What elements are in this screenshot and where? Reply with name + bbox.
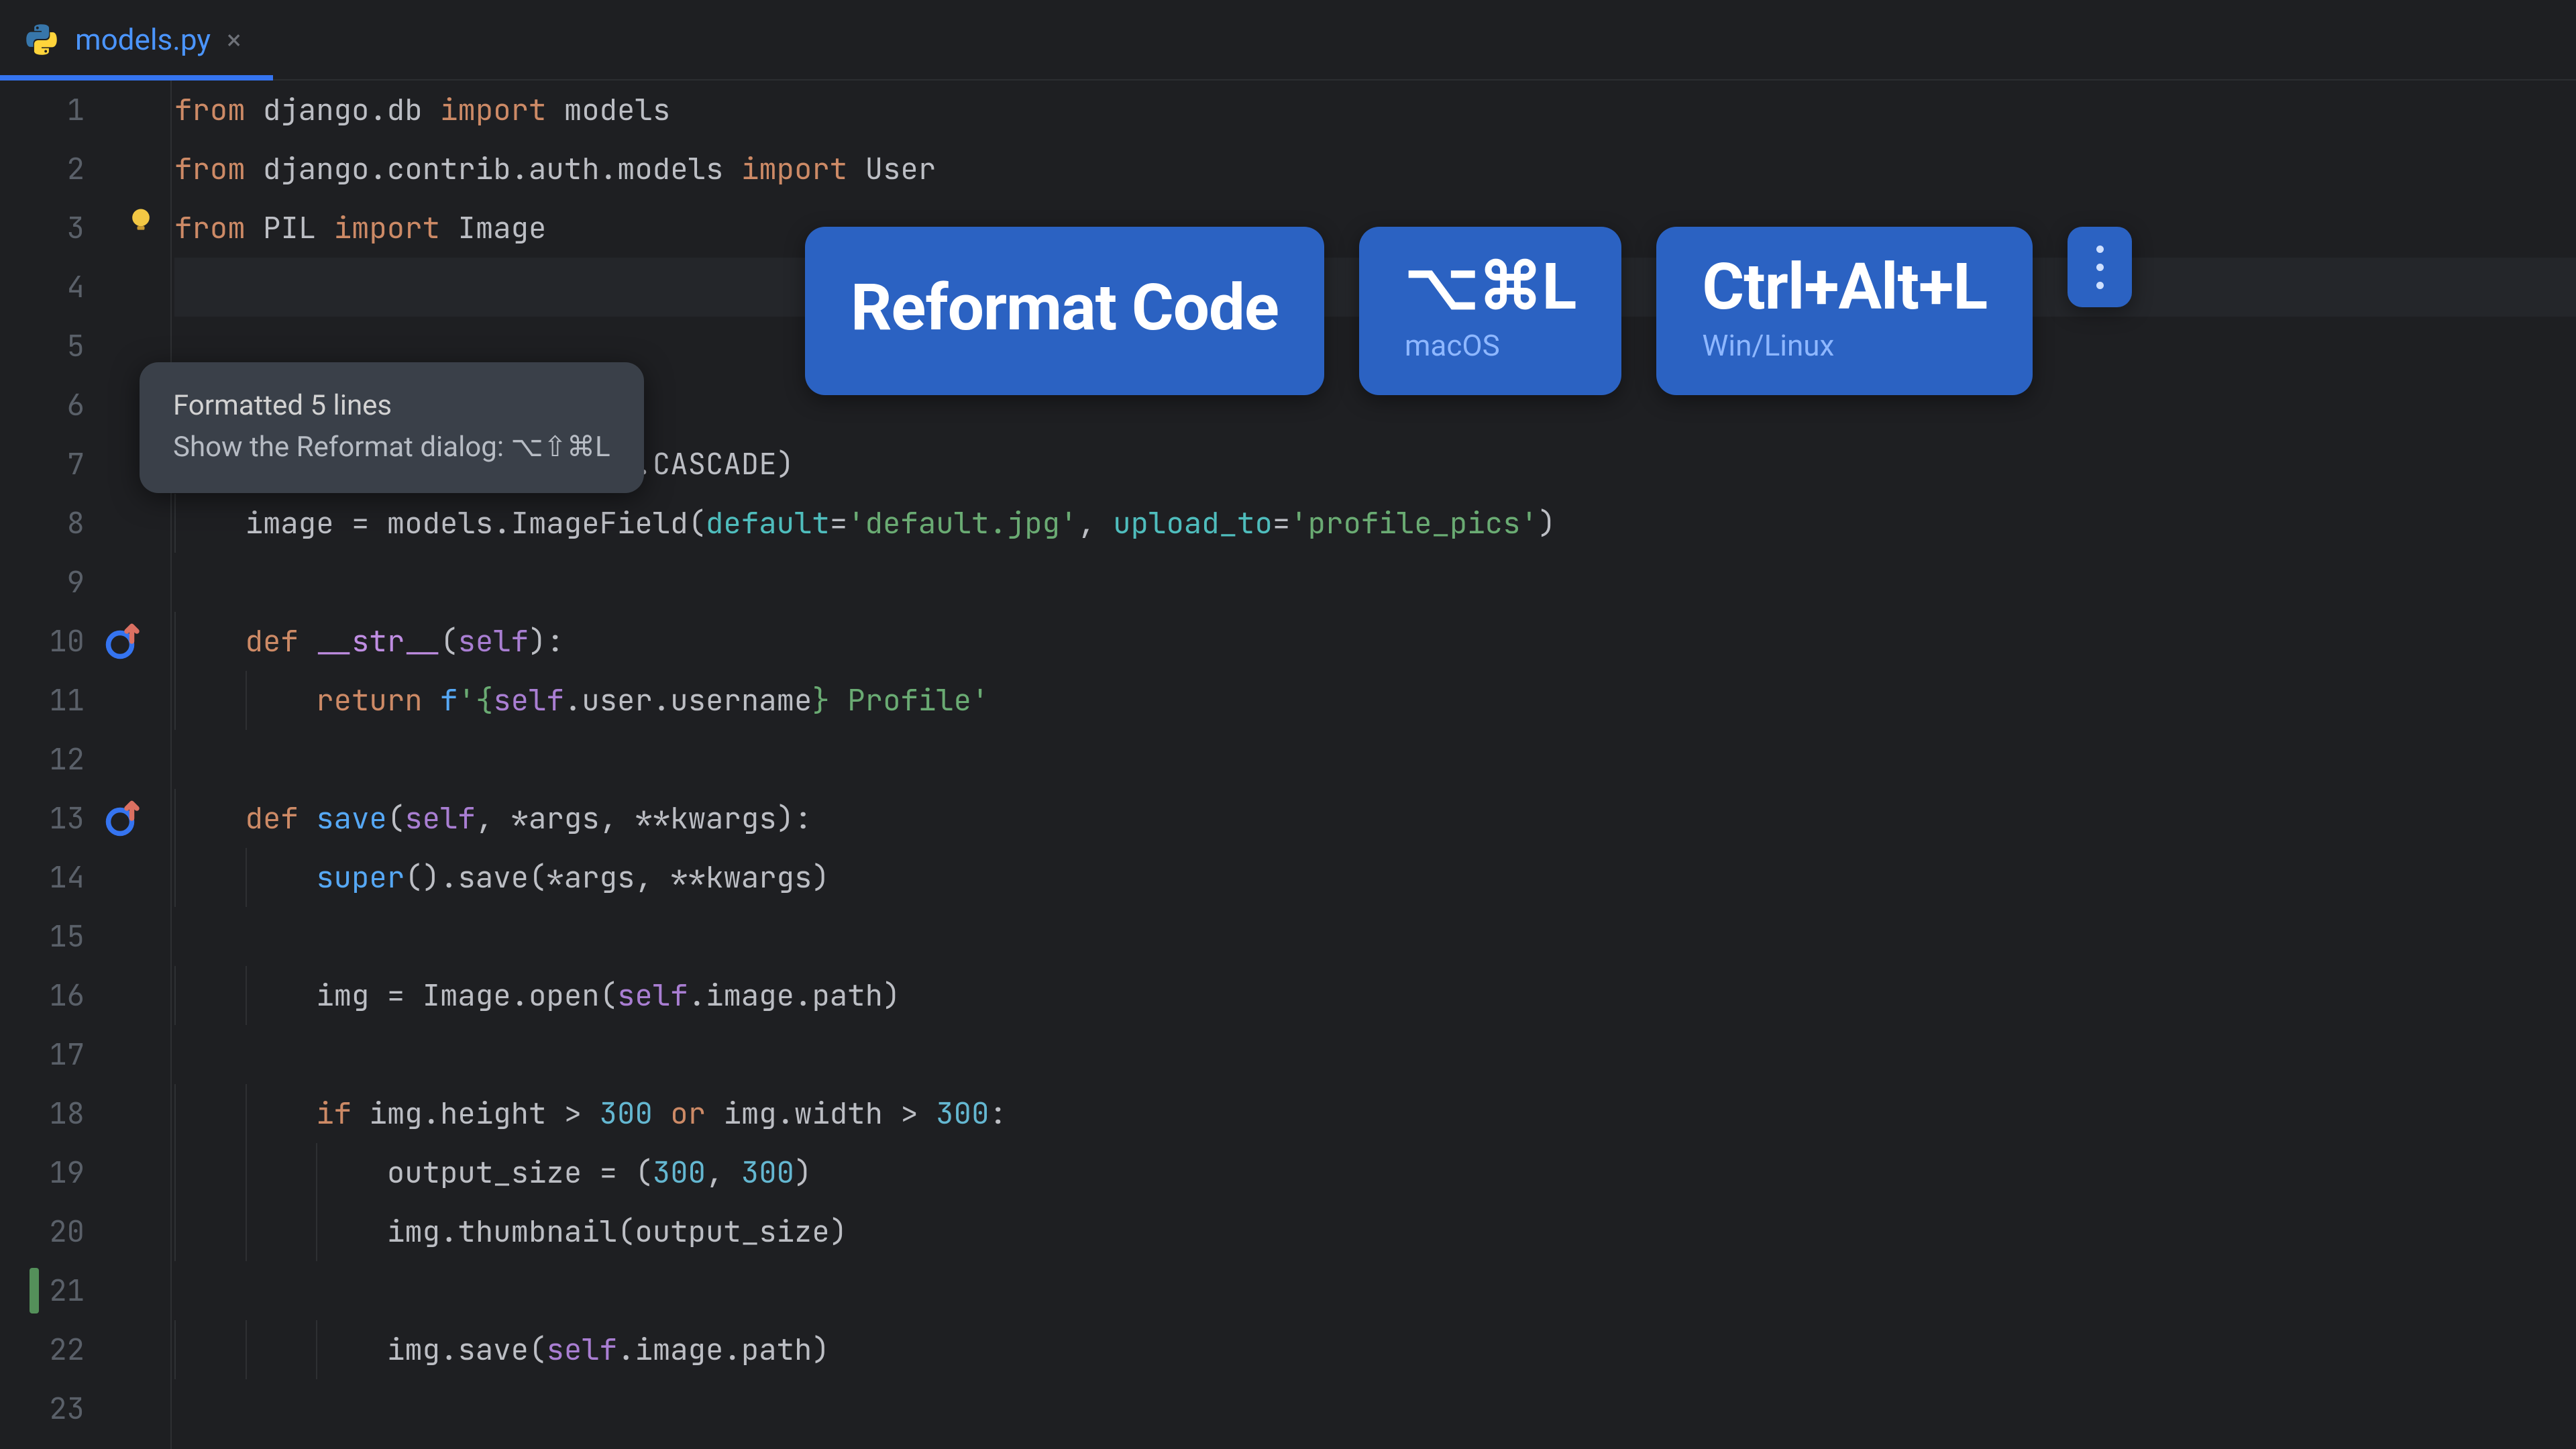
vcs-change-marker[interactable] bbox=[30, 1268, 39, 1313]
line-number[interactable]: 9 bbox=[36, 553, 85, 612]
code-line[interactable]: output_size = (300, 300) bbox=[174, 1143, 2576, 1202]
mac-shortcut-card[interactable]: ⌥⌘L macOS bbox=[1359, 227, 1622, 395]
line-number[interactable]: 10 bbox=[36, 612, 85, 671]
code-line[interactable]: return f'{self.user.username} Profile' bbox=[174, 671, 2576, 730]
kebab-dot-icon bbox=[2096, 282, 2104, 289]
line-number[interactable]: 14 bbox=[36, 848, 85, 907]
win-shortcut-card[interactable]: Ctrl+Alt+L Win/Linux bbox=[1656, 227, 2033, 395]
code-line[interactable]: def save(self, *args, **kwargs): bbox=[174, 789, 2576, 848]
line-number-gutter[interactable]: 1234567891011121314151617181920212223 bbox=[36, 80, 97, 1449]
gutter-icons-column bbox=[97, 80, 170, 1449]
action-card[interactable]: Reformat Code bbox=[805, 227, 1324, 395]
code-line[interactable] bbox=[174, 730, 2576, 789]
tooltip-title: Formatted 5 lines bbox=[173, 389, 610, 422]
line-number[interactable]: 6 bbox=[36, 376, 85, 435]
line-number[interactable]: 12 bbox=[36, 730, 85, 789]
line-number[interactable]: 22 bbox=[36, 1320, 85, 1379]
kebab-dot-icon bbox=[2096, 246, 2104, 253]
win-label: Win/Linux bbox=[1702, 328, 1987, 363]
tab-bar: models.py × bbox=[0, 0, 2576, 80]
code-line[interactable] bbox=[174, 1261, 2576, 1320]
line-number[interactable]: 19 bbox=[36, 1143, 85, 1202]
line-number[interactable]: 16 bbox=[36, 966, 85, 1025]
code-line[interactable]: if img.height > 300 or img.width > 300: bbox=[174, 1084, 2576, 1143]
tab-filename: models.py bbox=[75, 22, 211, 57]
line-number[interactable]: 8 bbox=[36, 494, 85, 553]
code-line[interactable]: img = Image.open(self.image.path) bbox=[174, 966, 2576, 1025]
line-number[interactable]: 21 bbox=[36, 1261, 85, 1320]
kebab-dot-icon bbox=[2096, 264, 2104, 271]
line-number[interactable]: 11 bbox=[36, 671, 85, 730]
code-line[interactable] bbox=[174, 553, 2576, 612]
line-number[interactable]: 7 bbox=[36, 435, 85, 494]
code-line[interactable]: from django.db import models bbox=[174, 80, 2576, 140]
line-number[interactable]: 1 bbox=[36, 80, 85, 140]
code-line[interactable]: image = models.ImageField(default='defau… bbox=[174, 494, 2576, 553]
line-number[interactable]: 4 bbox=[36, 258, 85, 317]
action-name: Reformat Code bbox=[851, 274, 1279, 342]
intention-bulb-icon[interactable] bbox=[126, 205, 156, 235]
line-number[interactable]: 2 bbox=[36, 140, 85, 199]
line-number[interactable]: 3 bbox=[36, 199, 85, 258]
code-line[interactable] bbox=[174, 1379, 2576, 1438]
line-number[interactable]: 20 bbox=[36, 1202, 85, 1261]
editor-window: models.py × 1234567891011121314151617181… bbox=[0, 0, 2576, 1449]
tooltip-hint: Show the Reformat dialog: ⌥⇧⌘L bbox=[173, 430, 610, 464]
code-line[interactable]: img.thumbnail(output_size) bbox=[174, 1202, 2576, 1261]
vcs-change-bar-column bbox=[0, 80, 36, 1449]
code-line[interactable]: from django.contrib.auth.models import U… bbox=[174, 140, 2576, 199]
reformat-tooltip: Formatted 5 lines Show the Reformat dial… bbox=[140, 362, 644, 493]
code-line[interactable]: super().save(*args, **kwargs) bbox=[174, 848, 2576, 907]
line-number[interactable]: 13 bbox=[36, 789, 85, 848]
line-number[interactable]: 23 bbox=[36, 1379, 85, 1438]
code-line[interactable] bbox=[174, 907, 2576, 966]
close-icon[interactable]: × bbox=[227, 24, 241, 56]
python-icon bbox=[24, 22, 59, 57]
code-line[interactable]: img.save(self.image.path) bbox=[174, 1320, 2576, 1379]
tab-models-py[interactable]: models.py × bbox=[0, 0, 273, 79]
code-line[interactable]: def __str__(self): bbox=[174, 612, 2576, 671]
shortcut-cards: Reformat Code ⌥⌘L macOS Ctrl+Alt+L Win/L… bbox=[805, 227, 2132, 395]
line-number[interactable]: 17 bbox=[36, 1025, 85, 1084]
line-number[interactable]: 18 bbox=[36, 1084, 85, 1143]
more-actions-kebab[interactable] bbox=[2068, 227, 2132, 307]
mac-label: macOS bbox=[1405, 328, 1576, 363]
code-line[interactable] bbox=[174, 1025, 2576, 1084]
win-keys: Ctrl+Alt+L bbox=[1702, 254, 1987, 321]
mac-keys: ⌥⌘L bbox=[1405, 254, 1576, 321]
line-number[interactable]: 15 bbox=[36, 907, 85, 966]
line-number[interactable]: 5 bbox=[36, 317, 85, 376]
